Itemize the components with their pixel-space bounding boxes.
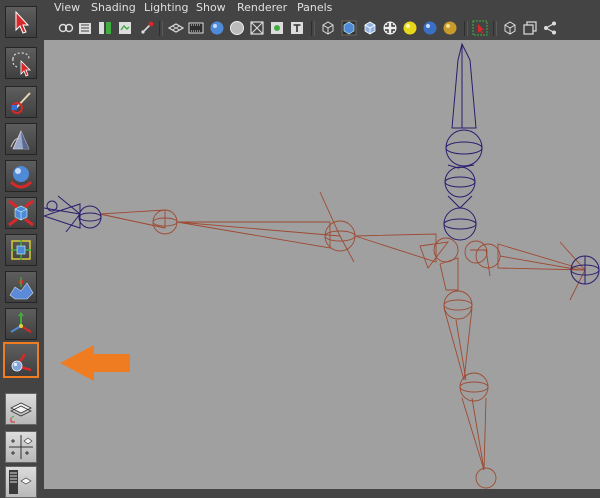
joint-tool-icon bbox=[11, 353, 32, 372]
isolate-select-icon[interactable] bbox=[472, 20, 488, 36]
outliner-layout-icon bbox=[9, 470, 32, 494]
panel-menu-bar: View Shading Lighting Show Renderer Pane… bbox=[44, 0, 600, 16]
single-perspective-layout-button[interactable] bbox=[5, 393, 37, 425]
toolbox bbox=[0, 0, 45, 498]
menu-show[interactable]: Show bbox=[196, 1, 226, 14]
text-icon[interactable] bbox=[289, 20, 305, 36]
show-manipulator-icon bbox=[10, 312, 32, 333]
default-lighting-icon[interactable] bbox=[402, 20, 418, 36]
camera-attributes-icon[interactable] bbox=[77, 20, 93, 36]
move-tool-icon bbox=[9, 166, 33, 189]
shaded-cube-icon[interactable] bbox=[341, 20, 357, 36]
grid-icon[interactable] bbox=[168, 20, 184, 36]
annotation-arrow-icon bbox=[60, 345, 130, 381]
single-perspective-layout-icon bbox=[10, 402, 32, 423]
select-tool-button[interactable] bbox=[5, 6, 37, 38]
image-plane-icon[interactable] bbox=[117, 20, 133, 36]
rotate-tool-button[interactable] bbox=[5, 197, 37, 229]
skeleton-wireframe bbox=[44, 42, 600, 489]
textured-icon[interactable] bbox=[382, 20, 398, 36]
panel-toolbar bbox=[44, 16, 600, 41]
four-view-layout-button[interactable] bbox=[5, 431, 37, 463]
2d-pan-zoom-icon[interactable] bbox=[139, 20, 155, 36]
smooth-shade-icon[interactable] bbox=[209, 20, 225, 36]
scale-tool-icon bbox=[11, 240, 31, 260]
menu-view[interactable]: View bbox=[54, 1, 80, 14]
texture-icon[interactable] bbox=[269, 20, 285, 36]
menu-renderer[interactable]: Renderer bbox=[237, 1, 287, 14]
bookmarks-icon[interactable] bbox=[97, 20, 113, 36]
four-view-layout-icon bbox=[9, 435, 33, 459]
paint-select-tool-button[interactable] bbox=[5, 86, 37, 118]
toolbar-separator bbox=[159, 21, 163, 36]
menu-shading[interactable]: Shading bbox=[91, 1, 136, 14]
show-manipulator-button[interactable] bbox=[5, 308, 37, 340]
perspective-viewport[interactable] bbox=[44, 40, 600, 489]
all-lights-icon[interactable] bbox=[422, 20, 438, 36]
high-quality-icon[interactable] bbox=[502, 20, 518, 36]
rotate-tool-icon bbox=[8, 199, 34, 227]
xray-icon[interactable] bbox=[249, 20, 265, 36]
universal-manipulator-icon bbox=[10, 130, 30, 150]
soft-modification-button[interactable] bbox=[5, 271, 37, 303]
wireframe-shaded-cube-icon[interactable] bbox=[362, 20, 378, 36]
camera-select-icon[interactable] bbox=[58, 20, 74, 36]
move-tool-button[interactable] bbox=[5, 160, 37, 192]
toolbar-separator bbox=[493, 21, 497, 36]
soft-modification-icon bbox=[9, 277, 34, 300]
joint-tool-button[interactable] bbox=[3, 342, 39, 378]
share-nodes-icon[interactable] bbox=[542, 20, 558, 36]
menu-panels[interactable]: Panels bbox=[297, 1, 332, 14]
toolbar-separator bbox=[464, 21, 468, 36]
select-tool-icon bbox=[15, 10, 30, 34]
outliner-layout-button[interactable] bbox=[5, 466, 37, 498]
scale-tool-button[interactable] bbox=[5, 234, 37, 266]
menu-lighting[interactable]: Lighting bbox=[144, 1, 188, 14]
wireframe-cube-icon[interactable] bbox=[320, 20, 336, 36]
lasso-tool-icon bbox=[12, 52, 31, 77]
lasso-tool-button[interactable] bbox=[5, 47, 37, 79]
toolbar-separator bbox=[311, 21, 315, 36]
paint-select-tool-icon bbox=[11, 92, 31, 114]
wireframe-on-shaded-icon[interactable] bbox=[229, 20, 245, 36]
duplicate-view-icon[interactable] bbox=[522, 20, 538, 36]
shadows-icon[interactable] bbox=[442, 20, 458, 36]
universal-manipulator-button[interactable] bbox=[5, 123, 37, 155]
film-gate-icon[interactable] bbox=[188, 20, 204, 36]
